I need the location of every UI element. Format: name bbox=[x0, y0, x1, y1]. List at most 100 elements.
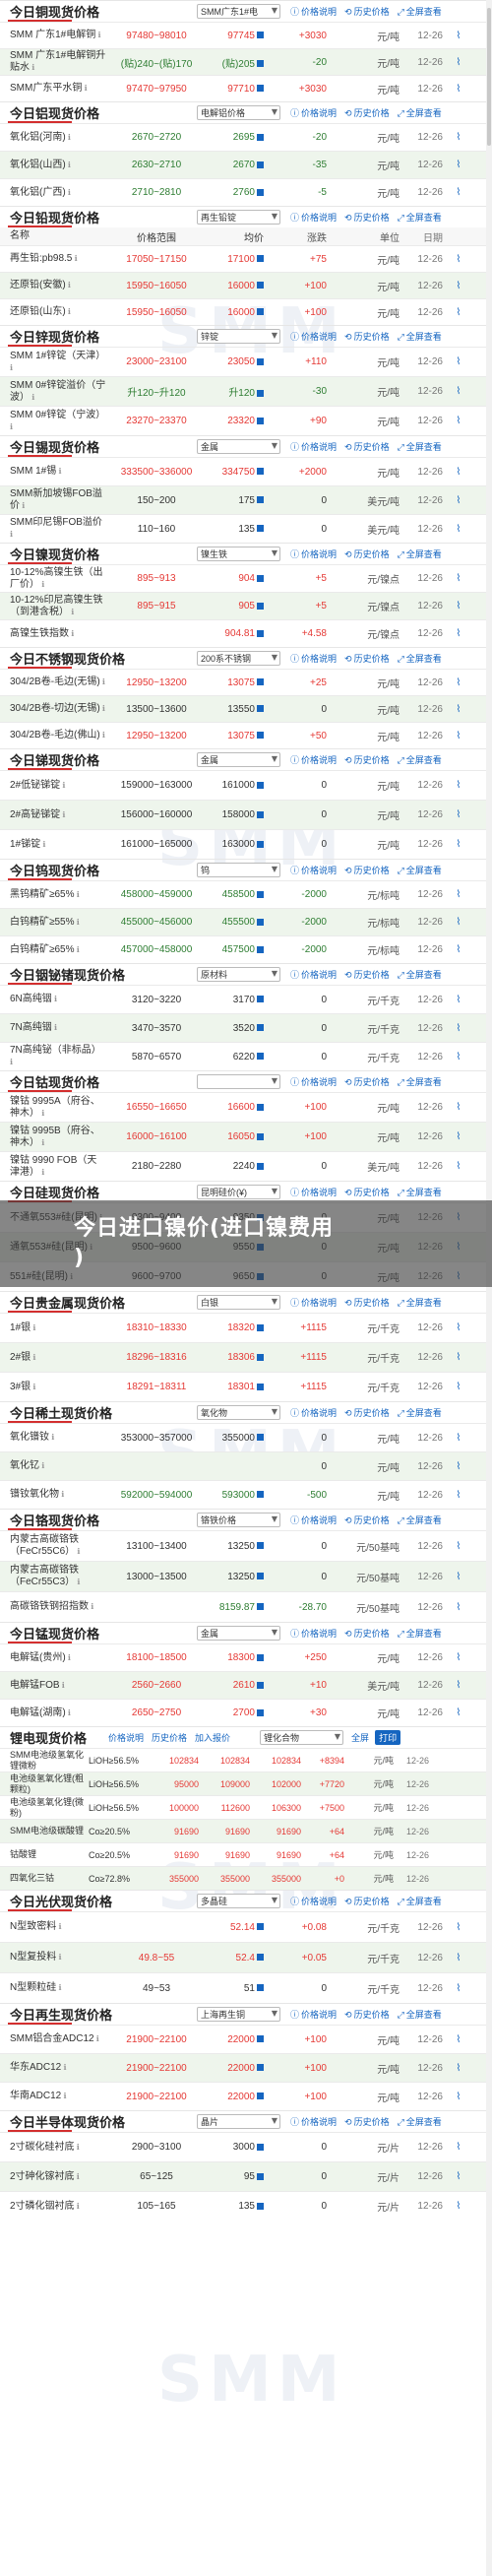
header-link[interactable]: ⟲ 历史价格 bbox=[344, 2115, 390, 2128]
trend-chart-icon[interactable]: ⌇ bbox=[447, 57, 470, 68]
category-select[interactable]: 上海再生铜 ▼ bbox=[197, 2007, 280, 2022]
header-link[interactable]: ⟲ 历史价格 bbox=[344, 440, 390, 453]
chart-icon[interactable] bbox=[257, 308, 264, 316]
category-select[interactable]: 锂化合物 ▼ bbox=[260, 1730, 344, 1745]
trend-chart-icon[interactable]: ⌇ bbox=[447, 254, 470, 265]
header-link[interactable]: ⓘ 价格说明 bbox=[290, 2115, 337, 2128]
category-select[interactable]: ▼ bbox=[197, 1074, 280, 1089]
trend-chart-icon[interactable]: ⌇ bbox=[447, 628, 470, 639]
trend-chart-icon[interactable]: ⌇ bbox=[447, 1983, 470, 1994]
header-link[interactable]: ⟲ 历史价格 bbox=[344, 753, 390, 766]
trend-chart-icon[interactable]: ⌇ bbox=[447, 780, 470, 791]
chart-icon[interactable] bbox=[257, 2202, 264, 2210]
header-link[interactable]: ⟲ 历史价格 bbox=[344, 1627, 390, 1640]
chart-icon[interactable] bbox=[257, 1323, 264, 1331]
info-icon[interactable]: ℹ bbox=[60, 810, 65, 819]
info-icon[interactable]: ℹ bbox=[66, 1708, 71, 1717]
header-link[interactable]: ⤢ 全屏查看 bbox=[398, 211, 442, 224]
header-link[interactable]: ⤢ 全屏查看 bbox=[398, 547, 442, 560]
trend-chart-icon[interactable]: ⌇ bbox=[447, 1433, 470, 1444]
header-link[interactable]: ⟲ 历史价格 bbox=[344, 1296, 390, 1309]
chart-icon[interactable] bbox=[257, 1103, 264, 1111]
chart-icon[interactable] bbox=[257, 2093, 264, 2100]
header-link[interactable]: ⟲ 历史价格 bbox=[344, 330, 390, 343]
header-link[interactable]: ⤢ 全屏查看 bbox=[398, 330, 442, 343]
info-icon[interactable]: ℹ bbox=[66, 281, 71, 290]
trend-chart-icon[interactable]: ⌇ bbox=[447, 1131, 470, 1142]
trend-chart-icon[interactable]: ⌇ bbox=[447, 187, 470, 198]
trend-chart-icon[interactable]: ⌇ bbox=[447, 386, 470, 397]
chart-icon[interactable] bbox=[257, 1353, 264, 1361]
info-icon[interactable]: ℹ bbox=[31, 1323, 35, 1332]
trend-chart-icon[interactable]: ⌇ bbox=[447, 917, 470, 928]
header-link[interactable]: ⤢ 全屏查看 bbox=[398, 753, 442, 766]
header-link[interactable]: ⓘ 价格说明 bbox=[290, 106, 337, 119]
category-select[interactable]: 晶片 ▼ bbox=[197, 2114, 280, 2129]
info-icon[interactable]: ℹ bbox=[60, 781, 65, 790]
chart-icon[interactable] bbox=[257, 1024, 264, 1032]
header-link[interactable]: ⤢ 全屏查看 bbox=[398, 440, 442, 453]
header-link[interactable]: ⤢ 全屏查看 bbox=[398, 652, 442, 665]
chart-icon[interactable] bbox=[257, 496, 264, 504]
trend-chart-icon[interactable]: ⌇ bbox=[447, 995, 470, 1005]
chart-icon[interactable] bbox=[257, 85, 264, 93]
chart-icon[interactable] bbox=[257, 945, 264, 953]
chart-icon[interactable] bbox=[257, 282, 264, 290]
category-select[interactable]: SMM广东1#电 ▼ bbox=[197, 4, 280, 19]
chart-icon[interactable] bbox=[257, 574, 264, 582]
info-icon[interactable]: ℹ bbox=[49, 1433, 54, 1442]
info-icon[interactable]: ℹ bbox=[30, 393, 34, 402]
header-link[interactable]: ⓘ 价格说明 bbox=[290, 753, 337, 766]
header-link[interactable]: ⤢ 全屏查看 bbox=[398, 1627, 442, 1640]
chart-icon[interactable] bbox=[257, 705, 264, 713]
chart-icon[interactable] bbox=[257, 255, 264, 263]
info-icon[interactable]: ℹ bbox=[61, 2092, 66, 2100]
trend-chart-icon[interactable]: ⌇ bbox=[447, 132, 470, 143]
info-icon[interactable]: ℹ bbox=[89, 1602, 93, 1611]
info-icon[interactable]: ℹ bbox=[20, 501, 25, 510]
header-link[interactable]: ⤢ 全屏查看 bbox=[398, 1513, 442, 1526]
category-select[interactable]: 铬铁价格 ▼ bbox=[197, 1513, 280, 1527]
chart-icon[interactable] bbox=[257, 840, 264, 848]
trend-chart-icon[interactable]: ⌇ bbox=[447, 1352, 470, 1363]
header-link[interactable]: ⓘ 价格说明 bbox=[290, 968, 337, 981]
chart-icon[interactable] bbox=[257, 32, 264, 39]
scrollbar-thumb[interactable] bbox=[487, 8, 491, 146]
trend-chart-icon[interactable]: ⌇ bbox=[447, 2092, 470, 2102]
trend-chart-icon[interactable]: ⌇ bbox=[447, 1602, 470, 1613]
chart-icon[interactable] bbox=[257, 357, 264, 365]
trend-chart-icon[interactable]: ⌇ bbox=[447, 2171, 470, 2182]
info-icon[interactable]: ℹ bbox=[94, 2034, 99, 2043]
category-select[interactable]: 氧化物 ▼ bbox=[197, 1405, 280, 1420]
header-link[interactable]: ⓘ 价格说明 bbox=[290, 864, 337, 876]
header-link[interactable]: ⓘ 价格说明 bbox=[290, 1513, 337, 1526]
chart-icon[interactable] bbox=[257, 629, 264, 637]
chart-icon[interactable] bbox=[257, 60, 264, 68]
info-icon[interactable]: ℹ bbox=[75, 945, 80, 954]
info-icon[interactable]: ℹ bbox=[56, 1922, 61, 1931]
fullscreen-button[interactable]: 全屏 bbox=[351, 1731, 369, 1744]
info-icon[interactable]: ℹ bbox=[31, 1353, 35, 1362]
trend-chart-icon[interactable]: ⌇ bbox=[447, 1541, 470, 1552]
info-icon[interactable]: ℹ bbox=[66, 133, 71, 142]
info-icon[interactable]: ℹ bbox=[75, 2202, 80, 2211]
category-select[interactable]: 金属 ▼ bbox=[197, 1626, 280, 1641]
header-link[interactable]: ⓘ 价格说明 bbox=[290, 1895, 337, 1907]
trend-chart-icon[interactable]: ⌇ bbox=[447, 495, 470, 506]
trend-chart-icon[interactable]: ⌇ bbox=[447, 1490, 470, 1501]
category-select[interactable]: 镍生铁 ▼ bbox=[197, 547, 280, 561]
trend-chart-icon[interactable]: ⌇ bbox=[447, 1382, 470, 1392]
trend-chart-icon[interactable]: ⌇ bbox=[447, 1461, 470, 1472]
chart-icon[interactable] bbox=[257, 2035, 264, 2043]
chart-icon[interactable] bbox=[257, 161, 264, 168]
info-icon[interactable]: ℹ bbox=[56, 467, 61, 476]
chart-icon[interactable] bbox=[257, 781, 264, 789]
header-link[interactable]: ⟲ 历史价格 bbox=[344, 106, 390, 119]
info-icon[interactable]: ℹ bbox=[56, 1983, 61, 1992]
info-icon[interactable]: ℹ bbox=[100, 677, 105, 686]
info-icon[interactable]: ℹ bbox=[10, 530, 13, 539]
info-icon[interactable]: ℹ bbox=[60, 1681, 65, 1690]
info-icon[interactable]: ℹ bbox=[39, 580, 44, 589]
info-icon[interactable]: ℹ bbox=[75, 1578, 80, 1586]
info-icon[interactable]: ℹ bbox=[61, 2063, 66, 2072]
